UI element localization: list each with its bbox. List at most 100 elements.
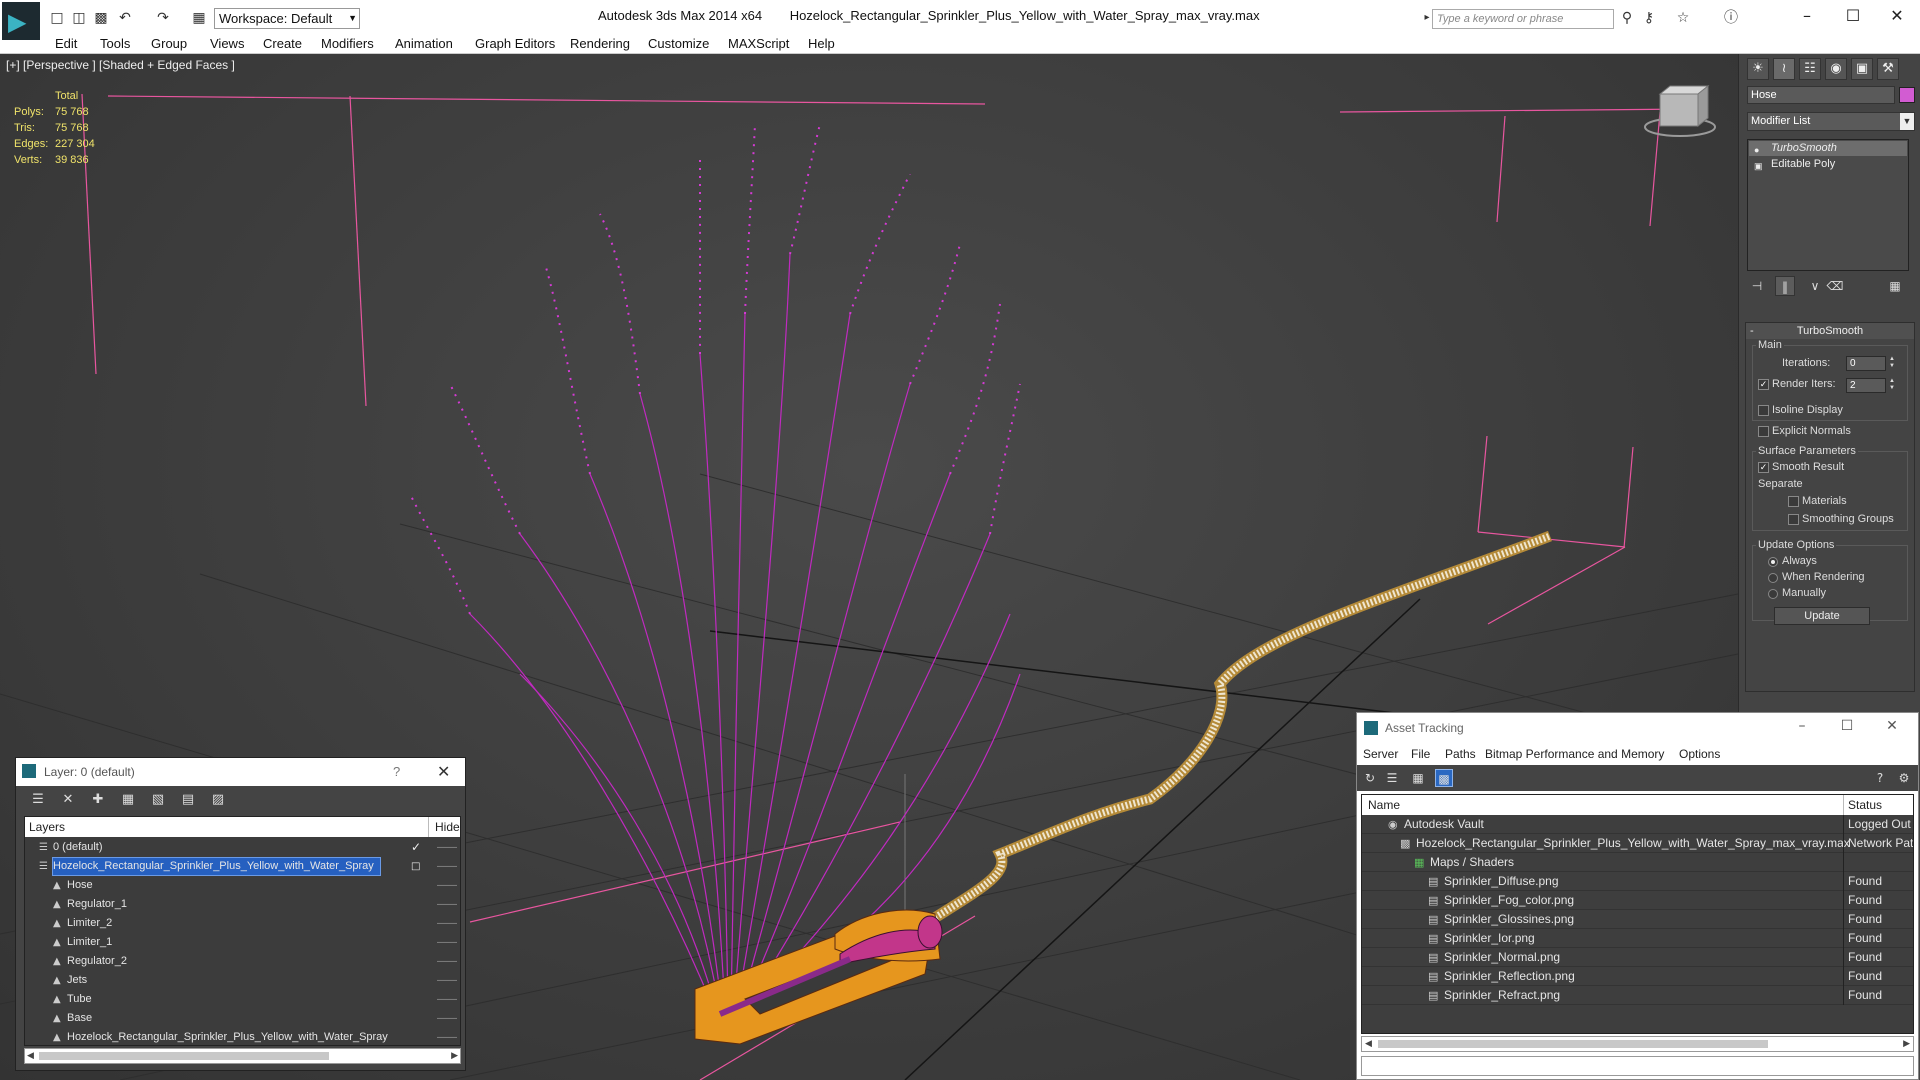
minimize-button[interactable]: –	[1782, 718, 1822, 738]
refresh-icon[interactable]: ↻	[1361, 769, 1379, 787]
table-row[interactable]: ◉ Autodesk Vault Logged Out ...	[1362, 815, 1913, 834]
object-color-swatch[interactable]	[1899, 87, 1915, 103]
object-row[interactable]: ▲ Jets ——	[25, 971, 460, 990]
object-row[interactable]: ▲ Limiter_2 ——	[25, 914, 460, 933]
manually-radio[interactable]	[1768, 589, 1778, 599]
menu-file[interactable]: File	[1411, 747, 1430, 761]
hide-toggle[interactable]: ——	[437, 838, 457, 857]
tree-view-icon[interactable]: ▦	[1409, 769, 1427, 787]
binoculars-icon[interactable]: ⚲	[1618, 9, 1636, 27]
show-end-result-icon[interactable]: ‖	[1775, 276, 1795, 296]
explicit-normals-checkbox[interactable]	[1758, 426, 1769, 437]
hide-toggle[interactable]: ——	[437, 857, 457, 876]
select-objects-icon[interactable]: ▦	[118, 791, 138, 809]
hide-all-icon[interactable]: ▤	[178, 791, 198, 809]
menu-views[interactable]: Views	[210, 36, 244, 51]
close-button[interactable]: ✕	[1874, 4, 1920, 28]
menu-options[interactable]: Options	[1679, 747, 1720, 761]
configure-sets-icon[interactable]: ▦	[1885, 276, 1905, 296]
menu-server[interactable]: Server	[1363, 747, 1398, 761]
horizontal-scrollbar[interactable]: ◀ ▶	[1361, 1036, 1914, 1052]
help-button[interactable]: ?	[393, 764, 400, 779]
undo-icon[interactable]: ↶	[116, 9, 134, 27]
table-row[interactable]: ▦ Maps / Shaders	[1362, 853, 1913, 872]
help-icon[interactable]: ?	[1871, 769, 1889, 787]
help-icon[interactable]: ⓘ	[1722, 9, 1740, 27]
status-column-header[interactable]: Status	[1848, 798, 1882, 812]
scroll-left-icon[interactable]: ◀	[27, 1050, 34, 1061]
settings-icon[interactable]: ⚙	[1895, 769, 1913, 787]
object-row[interactable]: ▲ Regulator_1 ——	[25, 895, 460, 914]
search-input[interactable]: Type a keyword or phrase	[1432, 9, 1614, 29]
object-row[interactable]: ▲ Hozelock_Rectangular_Sprinkler_Plus_Ye…	[25, 1028, 460, 1045]
table-view-icon[interactable]: ▩	[1435, 769, 1453, 787]
app-logo-icon[interactable]: ▶	[2, 2, 40, 40]
hierarchy-tab-icon[interactable]: ☷	[1799, 58, 1821, 80]
star-icon[interactable]: ☆	[1674, 9, 1692, 27]
asset-window-titlebar[interactable]: Asset Tracking – ☐ ✕	[1357, 713, 1918, 743]
menu-customize[interactable]: Customize	[648, 36, 709, 51]
menu-edit[interactable]: Edit	[55, 36, 77, 51]
modify-tab-icon[interactable]: ≀	[1773, 58, 1795, 80]
menu-maxscript[interactable]: MAXScript	[728, 36, 789, 51]
motion-tab-icon[interactable]: ◉	[1825, 58, 1847, 80]
modifier-list-dropdown[interactable]: Modifier List ▼	[1747, 112, 1915, 131]
menu-rendering[interactable]: Rendering	[570, 36, 630, 51]
save-file-icon[interactable]: ▩	[92, 9, 110, 27]
make-unique-icon[interactable]: ∨	[1805, 276, 1825, 296]
object-row[interactable]: ▲ Regulator_2 ——	[25, 952, 460, 971]
object-row[interactable]: ▲ Base ——	[25, 1009, 460, 1028]
display-tab-icon[interactable]: ▣	[1851, 58, 1873, 80]
horizontal-scrollbar[interactable]: ◀ ▶	[24, 1048, 461, 1064]
hide-toggle[interactable]: ——	[437, 971, 457, 990]
scroll-thumb[interactable]	[1378, 1040, 1768, 1048]
set-current-box-icon[interactable]: □	[411, 857, 420, 876]
hide-toggle[interactable]: ——	[437, 1009, 457, 1028]
create-tab-icon[interactable]: ☀	[1747, 58, 1769, 80]
table-row[interactable]: ▤ Sprinkler_Ior.png Found	[1362, 929, 1913, 948]
layer-row[interactable]: ☰ 0 (default) ✓ ——	[25, 838, 460, 857]
table-row[interactable]: ▤ Sprinkler_Glossines.png Found	[1362, 910, 1913, 929]
freeze-all-icon[interactable]: ▨	[208, 791, 228, 809]
scroll-left-icon[interactable]: ◀	[1365, 1038, 1372, 1049]
menu-help[interactable]: Help	[808, 36, 835, 51]
menu-group[interactable]: Group	[151, 36, 187, 51]
render-iters-spinner[interactable]: 2	[1846, 378, 1886, 393]
object-row[interactable]: ▲ Tube ——	[25, 990, 460, 1009]
current-layer-check-icon[interactable]: ✓	[411, 838, 421, 857]
object-name-field[interactable]: Hose	[1747, 86, 1895, 104]
maximize-button[interactable]: ☐	[1827, 718, 1867, 738]
maximize-button[interactable]: ☐	[1830, 4, 1876, 28]
viewport-label[interactable]: [+] [Perspective ] [Shaded + Edged Faces…	[6, 58, 235, 72]
menu-create[interactable]: Create	[263, 36, 302, 51]
utilities-tab-icon[interactable]: ⚒	[1877, 58, 1899, 80]
close-icon[interactable]: ✕	[437, 762, 450, 781]
object-row[interactable]: ▲ Hose ——	[25, 876, 460, 895]
menu-bitmap-performance[interactable]: Bitmap Performance and Memory	[1485, 747, 1664, 761]
hide-toggle[interactable]: ——	[437, 1028, 457, 1045]
scroll-right-icon[interactable]: ▶	[1903, 1038, 1910, 1049]
name-column-header[interactable]: Name	[1368, 798, 1400, 812]
scroll-right-icon[interactable]: ▶	[451, 1050, 458, 1061]
menu-graph-editors[interactable]: Graph Editors	[475, 36, 555, 51]
render-iters-checkbox[interactable]: ✓	[1758, 379, 1769, 390]
spinner-arrows-icon[interactable]: ▲ ▼	[1887, 356, 1897, 371]
smooth-result-checkbox[interactable]: ✓	[1758, 462, 1769, 473]
create-layer-icon[interactable]: ☰	[28, 791, 48, 809]
when-rendering-radio[interactable]	[1768, 573, 1778, 583]
layers-column-header[interactable]: Layers	[29, 820, 65, 834]
spinner-arrows-icon[interactable]: ▲ ▼	[1887, 378, 1897, 393]
pin-stack-icon[interactable]: ⊣	[1747, 276, 1767, 296]
new-file-icon[interactable]: □	[48, 9, 66, 27]
close-button[interactable]: ✕	[1872, 718, 1912, 738]
menu-tools[interactable]: Tools	[100, 36, 130, 51]
open-file-icon[interactable]: ◫	[70, 9, 88, 27]
stack-item-editable-poly[interactable]: ▣ Editable Poly	[1749, 157, 1907, 172]
layer-row[interactable]: ☰ Hozelock_Rectangular_Sprinkler_Plus_Ye…	[25, 857, 460, 876]
hide-toggle[interactable]: ——	[437, 933, 457, 952]
project-folder-icon[interactable]: ▦	[190, 9, 208, 27]
minimize-button[interactable]: –	[1784, 4, 1830, 28]
lightbulb-icon[interactable]: ●	[1754, 143, 1759, 158]
add-to-layer-icon[interactable]: ✚	[88, 791, 108, 809]
hide-column-header[interactable]: Hide	[435, 820, 460, 834]
